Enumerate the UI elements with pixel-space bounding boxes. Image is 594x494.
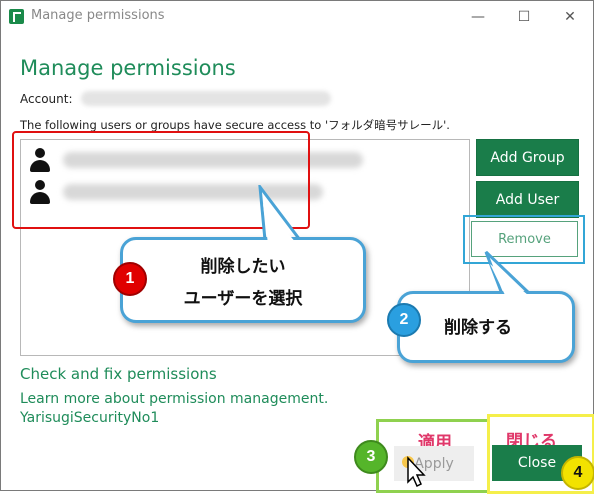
learn-more-link[interactable]: Learn more about permission management.	[20, 391, 328, 407]
account-label: Account:	[20, 92, 73, 106]
close-window-button[interactable]: ✕	[547, 1, 593, 32]
add-group-button[interactable]: Add Group	[476, 139, 579, 176]
add-user-button[interactable]: Add User	[476, 181, 579, 218]
account-value-redacted	[81, 91, 331, 106]
mouse-cursor-icon	[402, 456, 426, 488]
title-bar: Manage permissions — ☐ ✕	[1, 1, 593, 32]
step-4-badge: 4	[561, 456, 594, 490]
step-2-badge: 2	[387, 303, 421, 337]
window-title: Manage permissions	[31, 8, 165, 23]
page-title: Manage permissions	[20, 56, 236, 80]
step-3-badge: 3	[354, 440, 388, 474]
account-name-text: YarisugiSecurityNo1	[20, 410, 160, 426]
callout1-tail-cover	[263, 204, 297, 244]
callout-remove: 削除する	[397, 291, 575, 363]
check-fix-permissions-link[interactable]: Check and fix permissions	[20, 365, 217, 383]
maximize-button[interactable]: ☐	[501, 1, 547, 32]
minimize-button[interactable]: —	[455, 1, 501, 32]
step-1-badge: 1	[113, 262, 147, 296]
callout-select-user: 削除したい ユーザーを選択	[120, 237, 366, 323]
app-logo-icon	[9, 9, 24, 24]
callout1-line2: ユーザーを選択	[183, 289, 303, 309]
callout1-line1: 削除したい	[200, 257, 286, 277]
callout2-text: 削除する	[444, 318, 512, 338]
callout2-tail-cover	[490, 264, 528, 295]
